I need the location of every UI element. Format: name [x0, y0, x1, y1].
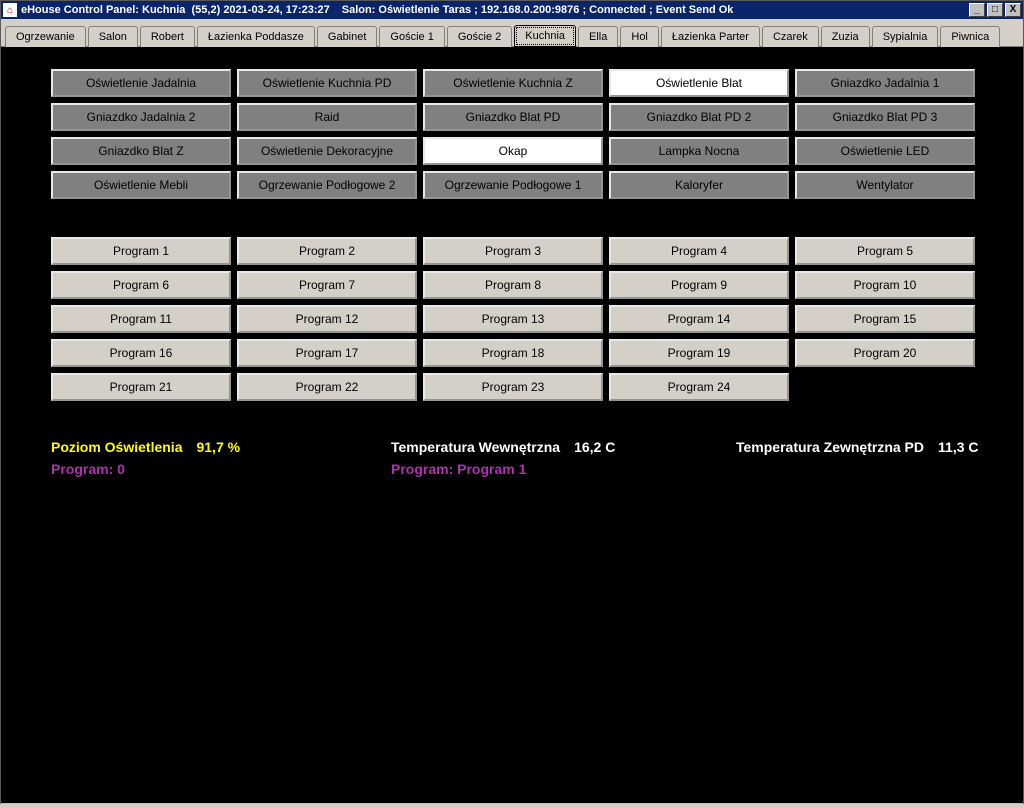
- program-button[interactable]: Program 15: [795, 305, 975, 333]
- program-button[interactable]: Program 9: [609, 271, 789, 299]
- tab-goście-1[interactable]: Goście 1: [379, 26, 444, 47]
- device-button[interactable]: Oświetlenie Dekoracyjne: [237, 137, 417, 165]
- device-button[interactable]: Gniazdko Jadalnia 2: [51, 103, 231, 131]
- program-button[interactable]: Program 11: [51, 305, 231, 333]
- device-button[interactable]: Raid: [237, 103, 417, 131]
- program-left: Program: 0: [51, 461, 391, 477]
- program-button[interactable]: Program 3: [423, 237, 603, 265]
- tab-gabinet[interactable]: Gabinet: [317, 26, 378, 47]
- device-button[interactable]: Gniazdko Blat Z: [51, 137, 231, 165]
- tab-łazienka-poddasze[interactable]: Łazienka Poddasze: [197, 26, 315, 47]
- device-button[interactable]: Oświetlenie Jadalnia: [51, 69, 231, 97]
- tab-goście-2[interactable]: Goście 2: [447, 26, 512, 47]
- program-button[interactable]: Program 17: [237, 339, 417, 367]
- device-button[interactable]: Wentylator: [795, 171, 975, 199]
- window-title: eHouse Control Panel: Kuchnia (55,2) 202…: [21, 4, 330, 16]
- device-button[interactable]: Ogrzewanie Podłogowe 2: [237, 171, 417, 199]
- light-level-label: Poziom Oświetlenia: [51, 439, 182, 455]
- window-border-bottom: [0, 804, 1024, 808]
- tab-czarek[interactable]: Czarek: [762, 26, 819, 47]
- program-button[interactable]: Program 6: [51, 271, 231, 299]
- program-button[interactable]: Program 8: [423, 271, 603, 299]
- program-button[interactable]: Program 1: [51, 237, 231, 265]
- device-button[interactable]: Oświetlenie LED: [795, 137, 975, 165]
- device-button[interactable]: Gniazdko Blat PD 2: [609, 103, 789, 131]
- tab-hol[interactable]: Hol: [620, 26, 659, 47]
- tab-sypialnia[interactable]: Sypialnia: [872, 26, 939, 47]
- temp-in-label: Temperatura Wewnętrzna: [391, 439, 560, 455]
- device-button[interactable]: Ogrzewanie Podłogowe 1: [423, 171, 603, 199]
- tab-ella[interactable]: Ella: [578, 26, 618, 47]
- program-button[interactable]: Program 19: [609, 339, 789, 367]
- tab-robert[interactable]: Robert: [140, 26, 195, 47]
- tab-łazienka-parter[interactable]: Łazienka Parter: [661, 26, 760, 47]
- tab-zuzia[interactable]: Zuzia: [821, 26, 870, 47]
- device-button[interactable]: Oświetlenie Kuchnia Z: [423, 69, 603, 97]
- program-button[interactable]: Program 5: [795, 237, 975, 265]
- temp-in-value: 16,2 C: [574, 439, 615, 455]
- app-icon: ⌂: [3, 3, 17, 17]
- status-row: Poziom Oświetlenia 91,7 % Temperatura We…: [51, 439, 1023, 455]
- program-button[interactable]: Program 24: [609, 373, 789, 401]
- minimize-button[interactable]: _: [969, 3, 985, 17]
- program-button[interactable]: Program 12: [237, 305, 417, 333]
- program-button[interactable]: Program 21: [51, 373, 231, 401]
- window-status: Salon: Oświetlenie Taras ; 192.168.0.200…: [342, 4, 734, 16]
- device-button[interactable]: Oświetlenie Mebli: [51, 171, 231, 199]
- program-button[interactable]: Program 22: [237, 373, 417, 401]
- tab-piwnica[interactable]: Piwnica: [940, 26, 1000, 47]
- maximize-button[interactable]: □: [987, 3, 1003, 17]
- tab-salon[interactable]: Salon: [88, 26, 138, 47]
- program-button[interactable]: Program 14: [609, 305, 789, 333]
- tab-kuchnia[interactable]: Kuchnia: [514, 25, 576, 47]
- program-row: Program: 0 Program: Program 1: [51, 461, 1023, 477]
- titlebar: ⌂ eHouse Control Panel: Kuchnia (55,2) 2…: [1, 1, 1023, 19]
- content-area: Oświetlenie JadalniaOświetlenie Kuchnia …: [1, 47, 1023, 803]
- program-button[interactable]: Program 13: [423, 305, 603, 333]
- device-grid: Oświetlenie JadalniaOświetlenie Kuchnia …: [51, 69, 1023, 199]
- device-button[interactable]: Kaloryfer: [609, 171, 789, 199]
- device-button[interactable]: Gniazdko Jadalnia 1: [795, 69, 975, 97]
- device-button[interactable]: Oświetlenie Kuchnia PD: [237, 69, 417, 97]
- device-button[interactable]: Oświetlenie Blat: [609, 69, 789, 97]
- program-button[interactable]: Program 10: [795, 271, 975, 299]
- close-button[interactable]: X: [1005, 3, 1021, 17]
- program-button[interactable]: Program 4: [609, 237, 789, 265]
- device-button[interactable]: Gniazdko Blat PD: [423, 103, 603, 131]
- device-button[interactable]: Gniazdko Blat PD 3: [795, 103, 975, 131]
- program-button[interactable]: Program 18: [423, 339, 603, 367]
- tab-ogrzewanie[interactable]: Ogrzewanie: [5, 26, 86, 47]
- program-button[interactable]: Program 23: [423, 373, 603, 401]
- light-level-value: 91,7 %: [196, 439, 240, 455]
- program-button[interactable]: Program 7: [237, 271, 417, 299]
- tab-bar: OgrzewanieSalonRobertŁazienka PoddaszeGa…: [1, 19, 1023, 47]
- device-button[interactable]: Okap: [423, 137, 603, 165]
- program-button[interactable]: Program 20: [795, 339, 975, 367]
- temp-out-label: Temperatura Zewnętrzna PD: [736, 439, 924, 455]
- device-button[interactable]: Lampka Nocna: [609, 137, 789, 165]
- program-right: Program: Program 1: [391, 461, 526, 477]
- temp-out-value: 11,3 C: [938, 439, 978, 455]
- program-grid: Program 1Program 2Program 3Program 4Prog…: [51, 237, 1023, 401]
- program-button[interactable]: Program 2: [237, 237, 417, 265]
- program-button[interactable]: Program 16: [51, 339, 231, 367]
